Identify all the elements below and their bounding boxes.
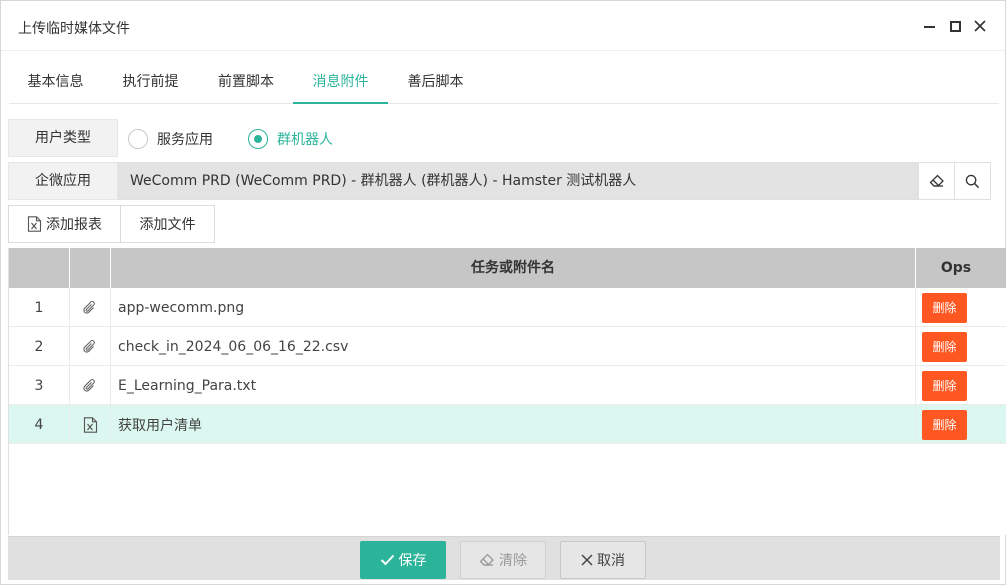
radio-service-app-label: 服务应用 xyxy=(157,132,213,148)
minimize-icon xyxy=(923,26,935,28)
row-number: 4 xyxy=(9,405,70,444)
delete-button[interactable]: 删除 xyxy=(922,292,967,323)
add-report-label: 添加报表 xyxy=(46,217,102,233)
tab-message-attachments[interactable]: 消息附件 xyxy=(293,59,388,104)
attachment-name: check_in_2024_06_06_16_22.csv xyxy=(111,327,916,366)
wecom-app-row: 企微应用 WeComm PRD (WeComm PRD) - 群机器人 (群机器… xyxy=(8,162,992,200)
clear-button[interactable]: 清除 xyxy=(460,541,546,579)
close-icon xyxy=(974,20,986,32)
attachment-name: E_Learning_Para.txt xyxy=(111,366,916,405)
table-row[interactable]: 4 获取用户清单 删除 xyxy=(9,405,1006,444)
table-row[interactable]: 1 app-wecomm.png 删除 xyxy=(9,288,1006,327)
tab-bar: 基本信息 执行前提 前置脚本 消息附件 善后脚本 xyxy=(9,59,999,104)
row-number: 3 xyxy=(9,366,70,405)
paperclip-icon xyxy=(83,300,95,314)
delete-button[interactable]: 删除 xyxy=(922,370,967,401)
table-row[interactable]: 2 check_in_2024_06_06_16_22.csv 删除 xyxy=(9,327,1006,366)
attachment-name: 获取用户清单 xyxy=(111,405,916,444)
close-icon xyxy=(581,554,593,566)
save-label: 保存 xyxy=(398,553,427,569)
check-icon xyxy=(380,554,395,566)
eraser-icon xyxy=(929,174,944,187)
add-file-button[interactable]: 添加文件 xyxy=(121,205,215,243)
tab-basic-info[interactable]: 基本信息 xyxy=(9,59,102,104)
header-icon xyxy=(70,248,111,288)
attachment-toolbar: 添加报表 添加文件 xyxy=(8,205,215,243)
excel-file-icon xyxy=(83,416,97,433)
eraser-icon xyxy=(479,552,495,568)
dialog-title: 上传临时媒体文件 xyxy=(18,21,130,37)
row-number: 2 xyxy=(9,327,70,366)
radio-service-app[interactable]: 服务应用 xyxy=(128,128,213,150)
maximize-icon xyxy=(949,20,961,32)
search-icon xyxy=(965,174,980,188)
tab-preconditions[interactable]: 执行前提 xyxy=(102,59,199,104)
grid-header: 任务或附件名 Ops xyxy=(9,248,1006,288)
row-number: 1 xyxy=(9,288,70,327)
close-button[interactable] xyxy=(970,16,990,36)
header-num xyxy=(9,248,70,288)
tab-pre-script[interactable]: 前置脚本 xyxy=(199,59,293,104)
maximize-button[interactable] xyxy=(945,16,965,36)
paperclip-icon xyxy=(83,378,95,392)
radio-circle-checked-icon xyxy=(248,129,268,149)
paperclip-icon xyxy=(83,339,95,353)
cancel-button[interactable]: 取消 xyxy=(560,541,646,579)
excel-file-icon xyxy=(27,216,42,232)
clear-selection-button[interactable] xyxy=(918,162,955,200)
user-type-row: 用户类型 服务应用 群机器人 xyxy=(8,119,992,157)
radio-circle-icon xyxy=(128,129,148,149)
dialog-footer: 保存 清除 取消 xyxy=(8,536,1000,580)
save-button[interactable]: 保存 xyxy=(360,541,446,579)
header-name[interactable]: 任务或附件名 xyxy=(111,248,916,288)
delete-button[interactable]: 删除 xyxy=(922,331,967,362)
title-bar: 上传临时媒体文件 xyxy=(1,1,1005,51)
minimize-button[interactable] xyxy=(919,16,939,36)
add-report-button[interactable]: 添加报表 xyxy=(8,205,121,243)
user-type-label: 用户类型 xyxy=(8,119,118,157)
wecom-app-select[interactable]: WeComm PRD (WeComm PRD) - 群机器人 (群机器人) - … xyxy=(118,162,918,200)
tab-post-script[interactable]: 善后脚本 xyxy=(388,59,483,104)
table-row[interactable]: 3 E_Learning_Para.txt 删除 xyxy=(9,366,1006,405)
wecom-app-label: 企微应用 xyxy=(8,162,118,200)
attachment-name: app-wecomm.png xyxy=(111,288,916,327)
header-ops: Ops xyxy=(940,260,972,276)
search-button[interactable] xyxy=(954,162,991,200)
clear-label: 清除 xyxy=(499,553,527,569)
cancel-label: 取消 xyxy=(597,553,625,569)
delete-button[interactable]: 删除 xyxy=(922,409,967,440)
add-file-label: 添加文件 xyxy=(139,217,196,233)
attachment-grid: 任务或附件名 Ops 1 app-wecomm.png 删除 2 check_i xyxy=(8,248,1006,535)
upload-media-dialog: 上传临时媒体文件 基本信息 执行前提 前置脚本 消息附件 善后脚本 用户类型 服… xyxy=(0,0,1006,585)
radio-group-robot-label: 群机器人 xyxy=(277,132,333,148)
radio-group-robot[interactable]: 群机器人 xyxy=(248,128,333,150)
